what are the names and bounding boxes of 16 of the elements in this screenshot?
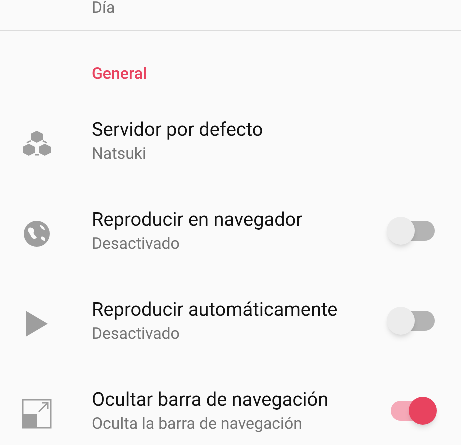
play-icon (26, 311, 48, 337)
setting-title[interactable]: Reproducir automáticamente (92, 297, 387, 323)
setting-summary: Oculta la barra de navegación (92, 413, 304, 435)
globe-icon (23, 220, 51, 248)
setting-title[interactable]: Ocultar barra de navegación (92, 387, 387, 413)
setting-summary: Desactivado (92, 233, 181, 255)
toggle-switch[interactable] (387, 216, 437, 246)
setting-title[interactable]: Reproducir en navegador (92, 207, 387, 233)
setting-title[interactable]: Servidor por defecto (92, 117, 437, 143)
section-header: General (92, 64, 148, 83)
resize-icon (22, 399, 52, 429)
cubes-icon (22, 130, 52, 158)
setting-summary: Natsuki (92, 143, 148, 165)
toggle-switch[interactable] (387, 306, 437, 336)
setting-value: Día (92, 0, 116, 18)
setting-summary: Desactivado (92, 323, 181, 345)
